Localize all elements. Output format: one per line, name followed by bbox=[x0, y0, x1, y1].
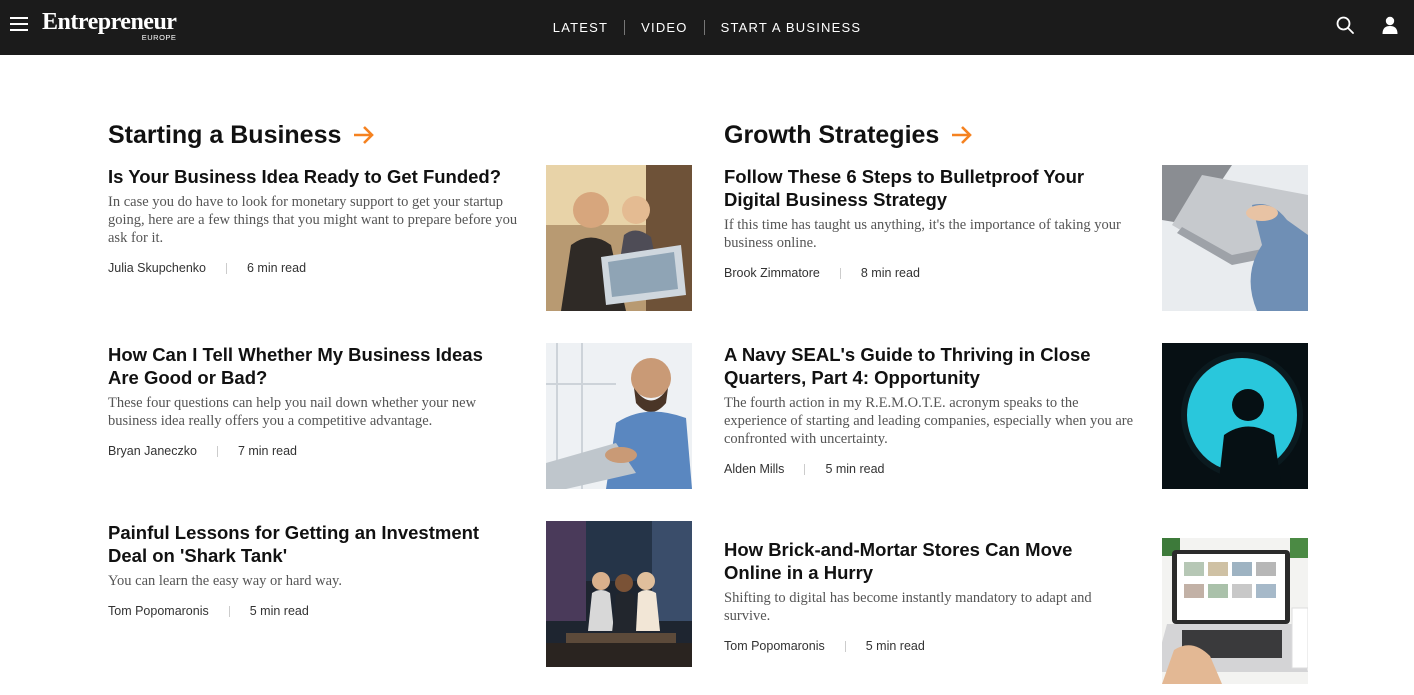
article-author[interactable]: Bryan Janeczko bbox=[108, 444, 197, 458]
article-thumbnail[interactable] bbox=[1162, 343, 1308, 489]
article-read-time: 7 min read bbox=[237, 444, 297, 458]
article-author[interactable]: Tom Popomaronis bbox=[108, 604, 209, 618]
article-thumbnail[interactable] bbox=[546, 343, 692, 489]
arrow-right-icon bbox=[952, 126, 973, 144]
article-headline[interactable]: Painful Lessons for Getting an Investmen… bbox=[108, 521, 518, 567]
article-read-time: 5 min read bbox=[825, 462, 885, 476]
article-read-time: 5 min read bbox=[249, 604, 309, 618]
section-starting-a-business: Starting a Business Is Your Business Ide… bbox=[108, 120, 693, 667]
section-title[interactable]: Growth Strategies bbox=[724, 120, 1309, 150]
article-card: How Can I Tell Whether My Business Ideas… bbox=[108, 343, 693, 489]
meta-divider bbox=[844, 640, 846, 652]
article-card: Painful Lessons for Getting an Investmen… bbox=[108, 521, 693, 667]
meta-divider bbox=[839, 267, 841, 279]
article-summary: In case you do have to look for monetary… bbox=[108, 194, 518, 246]
main-nav: LATEST VIDEO START A BUSINESS bbox=[0, 0, 1414, 55]
article-read-time: 5 min read bbox=[865, 639, 925, 653]
top-navigation-bar: Entrepreneur EUROPE LATEST VIDEO START A… bbox=[0, 0, 1414, 55]
meta-divider bbox=[225, 262, 227, 274]
meta-divider bbox=[216, 445, 218, 457]
meta-divider bbox=[804, 463, 806, 475]
article-summary: The fourth action in my R.E.M.O.T.E. acr… bbox=[724, 395, 1134, 447]
user-icon[interactable] bbox=[1382, 16, 1398, 34]
article-read-time: 6 min read bbox=[246, 261, 307, 275]
article-summary: Shifting to digital has become instantly… bbox=[724, 590, 1092, 624]
article-read-time: 8 min read bbox=[860, 266, 920, 280]
section-title-text: Starting a Business bbox=[108, 120, 342, 149]
arrow-right-icon bbox=[354, 126, 375, 144]
meta-divider bbox=[228, 605, 230, 617]
nav-latest[interactable]: LATEST bbox=[537, 20, 624, 35]
article-headline[interactable]: How Can I Tell Whether My Business Ideas… bbox=[108, 343, 518, 389]
article-headline[interactable]: Follow These 6 Steps to Bulletproof Your… bbox=[724, 165, 1134, 211]
article-thumbnail[interactable] bbox=[1162, 538, 1308, 684]
article-meta: Tom Popomaronis 5 min read bbox=[108, 604, 518, 618]
article-thumbnail[interactable] bbox=[1162, 165, 1308, 311]
article-author[interactable]: Alden Mills bbox=[724, 462, 784, 476]
article-card: A Navy SEAL's Guide to Thriving in Close… bbox=[724, 343, 1309, 489]
article-thumbnail[interactable] bbox=[546, 521, 692, 667]
article-headline[interactable]: A Navy SEAL's Guide to Thriving in Close… bbox=[724, 343, 1134, 389]
article-author[interactable]: Tom Popomaronis bbox=[724, 639, 825, 653]
article-meta: Bryan Janeczko 7 min read bbox=[108, 444, 518, 458]
article-meta: Julia Skupchenko 6 min read bbox=[108, 261, 518, 275]
section-title[interactable]: Starting a Business bbox=[108, 120, 693, 150]
article-summary: If this time has taught us anything, it'… bbox=[724, 217, 1121, 251]
article-author[interactable]: Brook Zimmatore bbox=[724, 266, 820, 280]
article-meta: Tom Popomaronis 5 min read bbox=[724, 639, 1134, 653]
search-icon[interactable] bbox=[1336, 16, 1354, 34]
article-meta: Brook Zimmatore 8 min read bbox=[724, 266, 1134, 280]
article-summary: You can learn the easy way or hard way. bbox=[108, 573, 342, 589]
nav-video[interactable]: VIDEO bbox=[625, 20, 703, 35]
section-growth-strategies: Growth Strategies Follow These 6 Steps t… bbox=[724, 120, 1309, 684]
article-headline[interactable]: How Brick-and-Mortar Stores Can Move Onl… bbox=[724, 538, 1134, 584]
article-meta: Alden Mills 5 min read bbox=[724, 462, 1134, 476]
section-title-text: Growth Strategies bbox=[724, 120, 940, 149]
article-thumbnail[interactable] bbox=[546, 165, 692, 311]
article-author[interactable]: Julia Skupchenko bbox=[108, 261, 206, 275]
article-card: Follow These 6 Steps to Bulletproof Your… bbox=[724, 165, 1309, 311]
nav-start-a-business[interactable]: START A BUSINESS bbox=[705, 20, 878, 35]
article-summary: These four questions can help you nail d… bbox=[108, 395, 477, 429]
article-card: Is Your Business Idea Ready to Get Funde… bbox=[108, 165, 693, 311]
article-card: How Brick-and-Mortar Stores Can Move Onl… bbox=[724, 538, 1309, 684]
article-headline[interactable]: Is Your Business Idea Ready to Get Funde… bbox=[108, 165, 518, 188]
